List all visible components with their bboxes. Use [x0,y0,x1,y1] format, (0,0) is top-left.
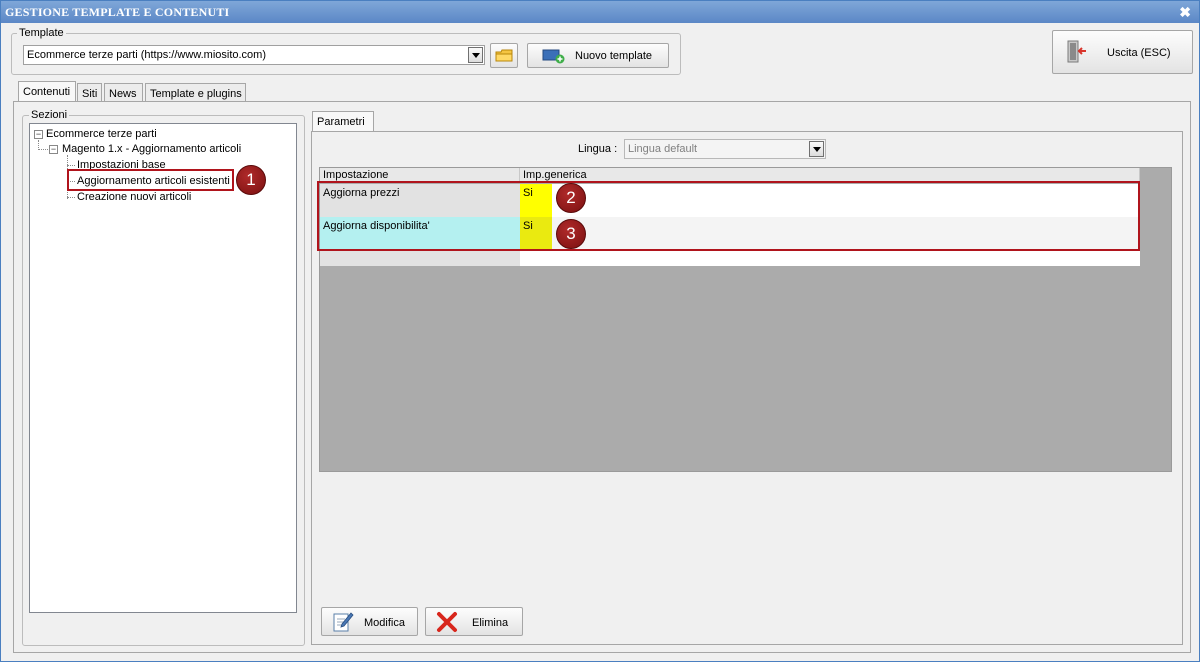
lingua-combo[interactable]: Lingua default [624,139,826,159]
exit-button[interactable]: Uscita (ESC) [1052,30,1193,74]
tab-siti[interactable]: Siti [77,83,102,103]
exit-button-label: Uscita (ESC) [1107,47,1171,59]
delete-button[interactable]: Elimina [425,607,523,636]
grid-new-row-value[interactable] [520,250,1140,266]
new-template-label: Nuovo template [575,50,653,62]
tree-node-magento[interactable]: Magento 1.x - Aggiornamento articoli [62,143,241,156]
sections-tree[interactable]: − Ecommerce terze parti − Magento 1.x - … [29,123,297,613]
tab-template-plugins[interactable]: Template e plugins [145,83,246,103]
new-template-button[interactable]: Nuovo template [527,43,669,68]
main-window: GESTIONE TEMPLATE E CONTENUTI ✖ Template… [0,0,1200,662]
folder-icon [495,49,513,62]
lingua-combo-value: Lingua default [628,143,698,155]
callout-1: 1 [236,165,266,195]
tab-parametri-label: Parametri [317,116,365,128]
template-combo[interactable]: Ecommerce terze parti (https://www.miosi… [23,45,485,65]
modify-button-label: Modifica [364,617,405,629]
delete-button-label: Elimina [472,617,509,629]
collapse-icon[interactable]: − [49,145,58,154]
callout-3: 3 [556,219,586,249]
tree-connector [67,165,75,166]
open-template-button[interactable] [490,43,518,68]
template-group-label: Template [17,27,66,39]
tab-parametri[interactable]: Parametri [312,111,374,133]
highlight-box-1 [67,169,234,191]
modify-button[interactable]: Modifica [321,607,418,636]
tree-node-creazione-articoli[interactable]: Creazione nuovi articoli [77,191,191,204]
tab-news-label: News [109,88,137,100]
tree-node-root[interactable]: Ecommerce terze parti [46,128,157,141]
grid-new-row-setting[interactable] [320,250,520,266]
tab-news[interactable]: News [104,83,143,103]
chevron-down-icon[interactable] [468,47,483,63]
tree-connector [38,149,48,150]
close-icon[interactable]: ✖ [1179,4,1191,21]
tree-connector [67,197,75,198]
tab-template-plugins-label: Template e plugins [150,88,242,100]
tab-siti-label: Siti [82,88,98,100]
tab-contenuti[interactable]: Contenuti [18,81,76,103]
new-template-icon [542,49,565,64]
collapse-icon[interactable]: − [34,130,43,139]
callout-2: 2 [556,183,586,213]
title-bar: GESTIONE TEMPLATE E CONTENUTI ✖ [1,1,1199,23]
edit-icon [333,612,354,632]
tab-contenuti-label: Contenuti [23,86,71,98]
exit-icon [1067,40,1086,63]
chevron-down-icon[interactable] [809,141,824,157]
template-combo-value: Ecommerce terze parti (https://www.miosi… [27,49,267,61]
highlight-box-2 [317,181,1140,251]
lingua-label: Lingua : [578,143,618,155]
delete-icon [437,612,457,632]
window-title: GESTIONE TEMPLATE E CONTENUTI [5,5,230,19]
sections-group-label: Sezioni [29,109,70,121]
